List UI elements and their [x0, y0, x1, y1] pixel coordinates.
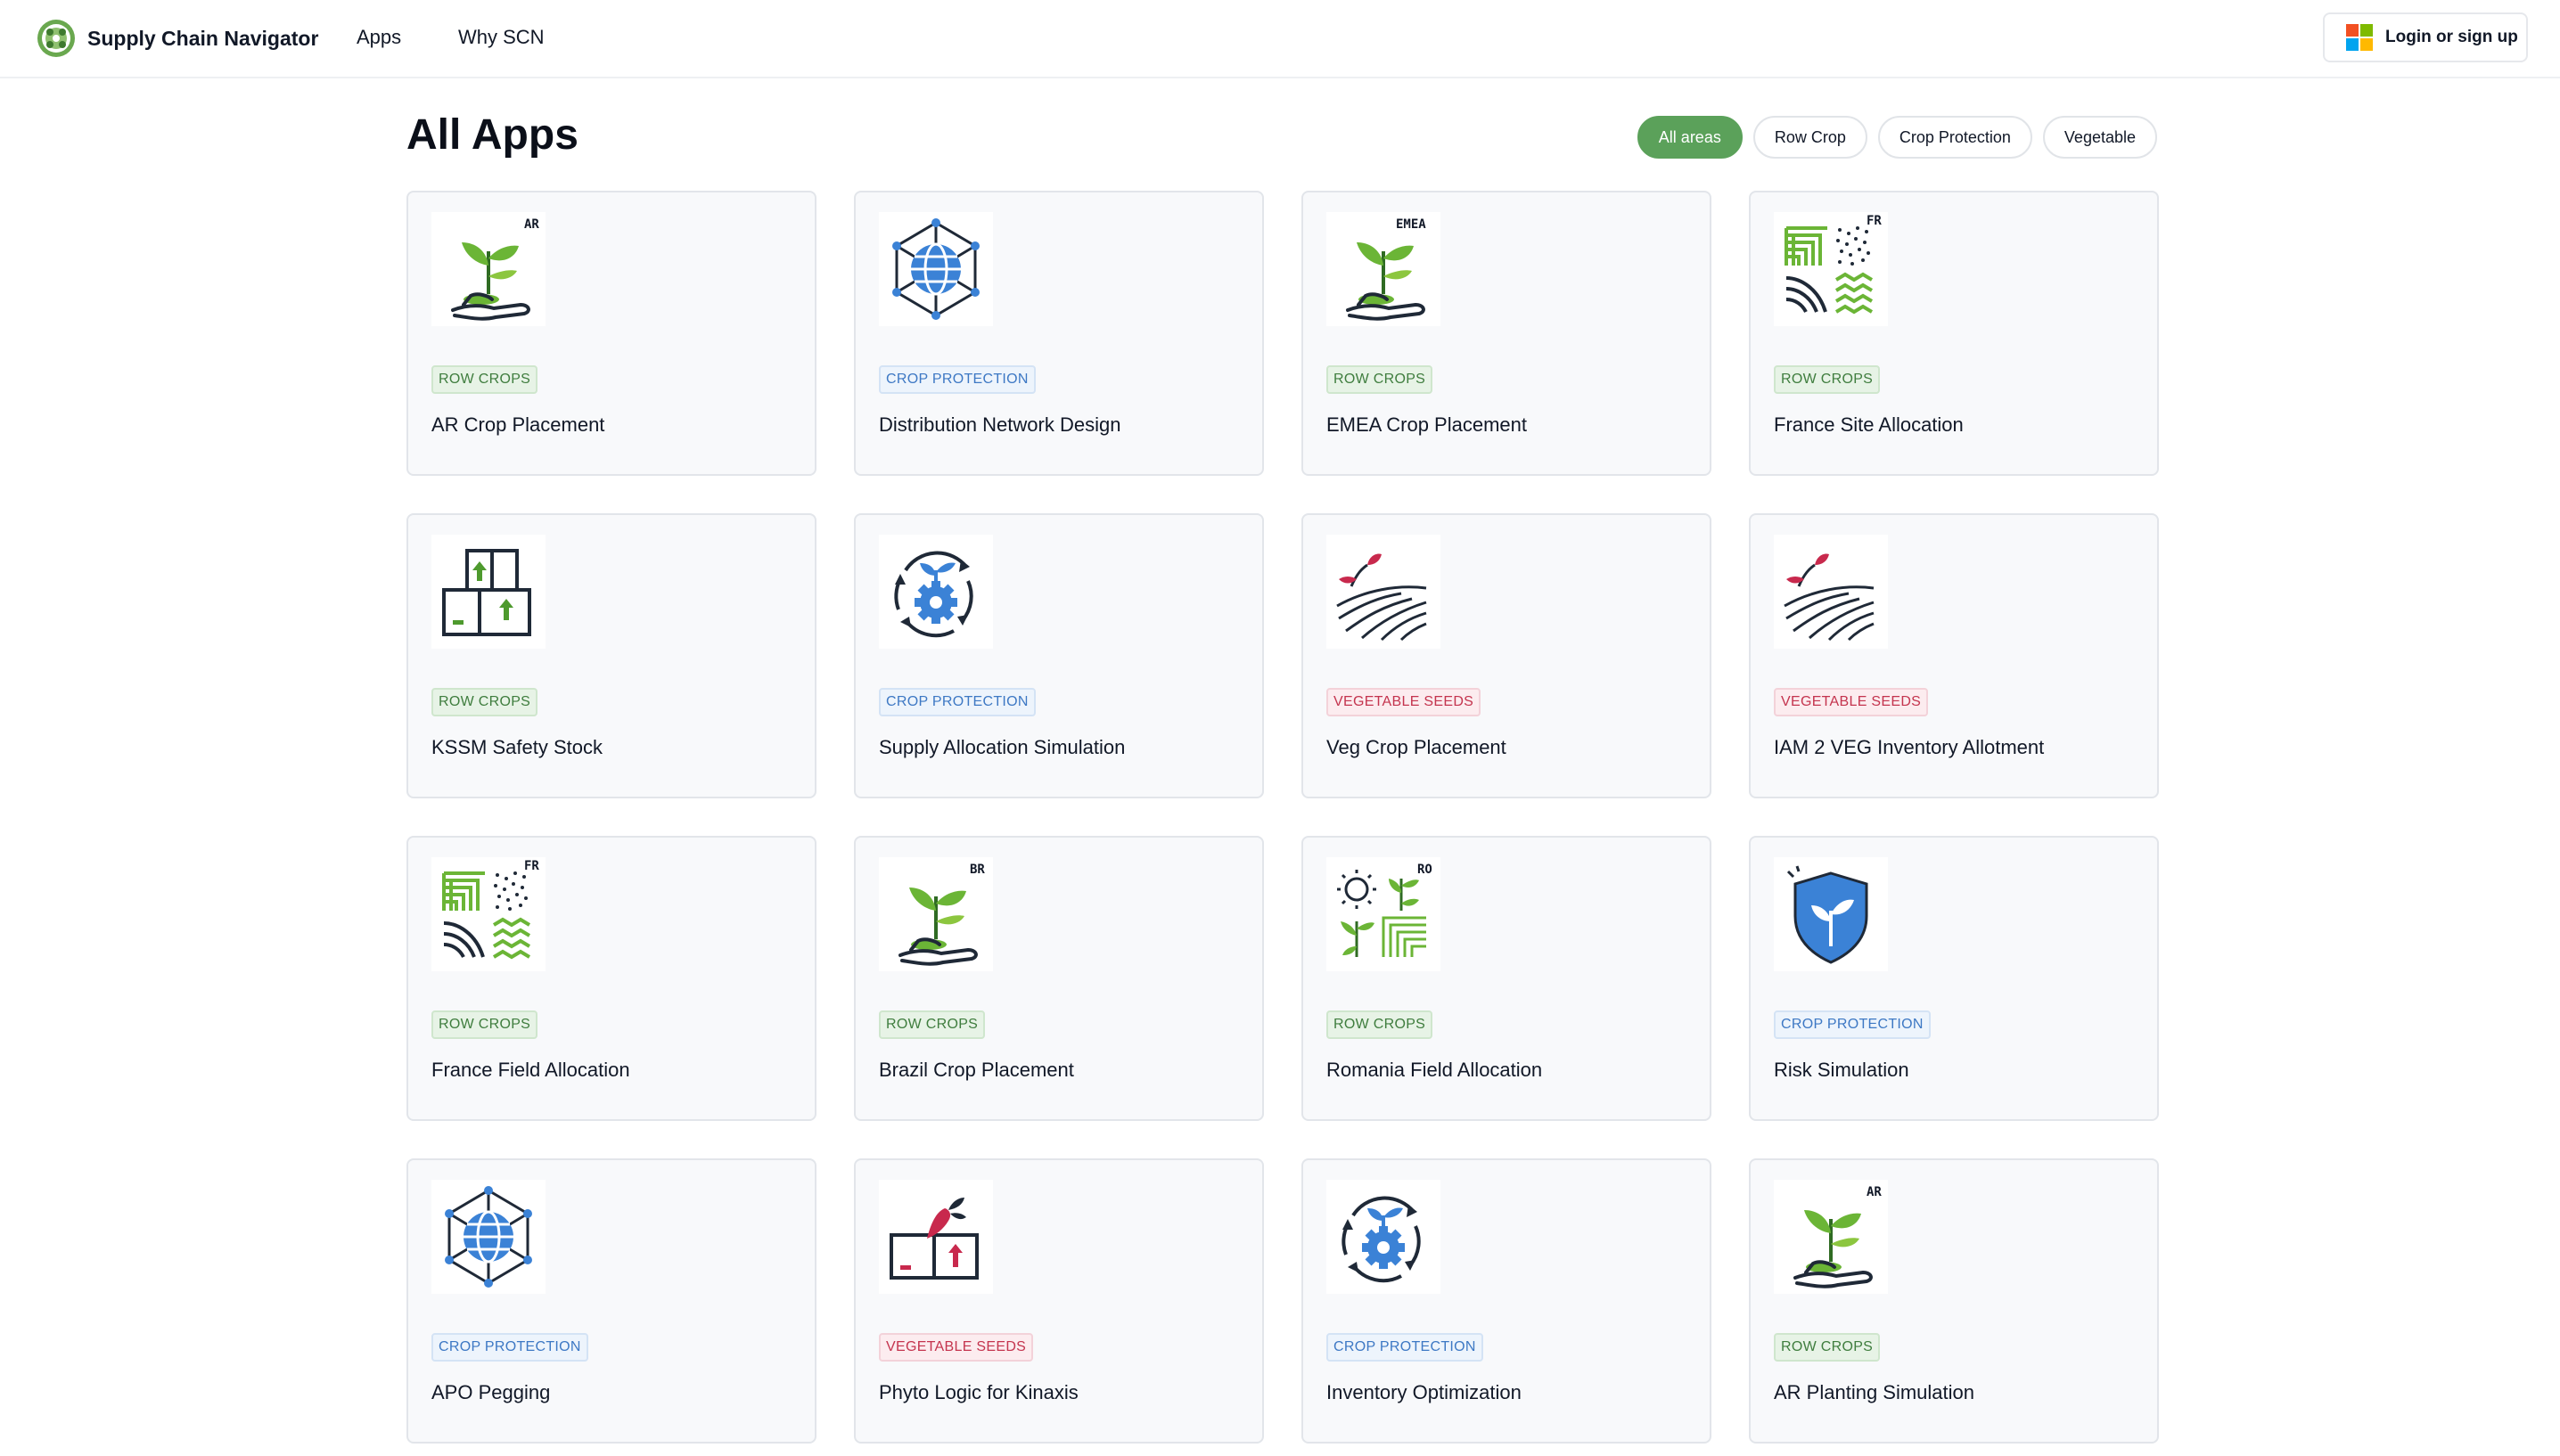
app-card[interactable]: VEGETABLE SEEDS Veg Crop Placement [1301, 513, 1711, 798]
hand-plant-icon: AR [1774, 1180, 1888, 1294]
app-card[interactable]: AR ROW CROPS AR Crop Placement [406, 191, 816, 476]
app-card[interactable]: VEGETABLE SEEDS Phyto Logic for Kinaxis [854, 1158, 1264, 1444]
globe-network-icon [431, 1180, 546, 1294]
app-tag: ROW CROPS [1326, 1010, 1433, 1039]
app-card[interactable]: CROP PROTECTION Inventory Optimization [1301, 1158, 1711, 1444]
app-tag: ROW CROPS [431, 1010, 538, 1039]
top-navigation-bar: Supply Chain Navigator Apps Why SCN Logi… [0, 0, 2560, 78]
app-tag: VEGETABLE SEEDS [1774, 688, 1929, 716]
app-title: Risk Simulation [1774, 1059, 1909, 1081]
app-title: Phyto Logic for Kinaxis [879, 1381, 1079, 1403]
cycle-gear-plant-icon [879, 535, 993, 649]
app-title: Distribution Network Design [879, 413, 1121, 436]
nav-apps-link[interactable]: Apps [357, 26, 401, 49]
hand-plant-icon: EMEA [1326, 212, 1440, 326]
app-card[interactable]: CROP PROTECTION Distribution Network Des… [854, 191, 1264, 476]
globe-network-icon [879, 212, 993, 326]
icon-region-label: AR [524, 217, 539, 232]
app-card[interactable]: CROP PROTECTION Supply Allocation Simula… [854, 513, 1264, 798]
sprout-furrows-icon [1326, 535, 1440, 649]
app-tag: ROW CROPS [1774, 365, 1881, 394]
app-title: IAM 2 VEG Inventory Allotment [1774, 736, 2045, 758]
cycle-gear-plant-icon [1326, 1180, 1440, 1294]
brand-logo-icon [37, 20, 75, 57]
login-button[interactable]: Login or sign up [2323, 12, 2528, 62]
apps-grid: AR ROW CROPS AR Crop Placement CROP PROT… [406, 191, 2159, 1444]
icon-region-label: RO [1417, 863, 1432, 877]
app-card[interactable]: FR ROW CROPS France Field Allocation [406, 836, 816, 1121]
app-card[interactable]: RO ROW CROPS Romania Field Allocation [1301, 836, 1711, 1121]
app-title: AR Crop Placement [431, 413, 605, 436]
field-pattern-icon: FR [1774, 212, 1888, 326]
app-title: France Site Allocation [1774, 413, 1964, 436]
app-tag: CROP PROTECTION [879, 688, 1036, 716]
app-card[interactable]: AR ROW CROPS AR Planting Simulation [1749, 1158, 2159, 1444]
app-card[interactable]: CROP PROTECTION APO Pegging [406, 1158, 816, 1444]
icon-region-label: FR [524, 859, 539, 873]
icon-region-label: BR [970, 863, 985, 877]
app-tag: CROP PROTECTION [879, 365, 1036, 394]
app-tag: CROP PROTECTION [431, 1333, 588, 1362]
app-card[interactable]: EMEA ROW CROPS EMEA Crop Placement [1301, 191, 1711, 476]
app-title: KSSM Safety Stock [431, 736, 603, 758]
app-card[interactable]: ROW CROPS KSSM Safety Stock [406, 513, 816, 798]
icon-region-label: AR [1867, 1185, 1882, 1199]
sprout-furrows-icon [1774, 535, 1888, 649]
app-tag: CROP PROTECTION [1326, 1333, 1483, 1362]
area-filter-group: All areas Row Crop Crop Protection Veget… [1637, 116, 2157, 159]
filter-crop-protection[interactable]: Crop Protection [1877, 116, 2032, 159]
app-card[interactable]: BR ROW CROPS Brazil Crop Placement [854, 836, 1264, 1121]
nav-why-scn-link[interactable]: Why SCN [458, 26, 545, 49]
filter-row-crop[interactable]: Row Crop [1752, 116, 1867, 159]
login-label: Login or sign up [2385, 28, 2518, 46]
app-title: Brazil Crop Placement [879, 1059, 1074, 1081]
app-tag: ROW CROPS [431, 688, 538, 716]
app-tag: ROW CROPS [1326, 365, 1433, 394]
app-tag: ROW CROPS [1774, 1333, 1881, 1362]
app-title: France Field Allocation [431, 1059, 630, 1081]
brand-name: Supply Chain Navigator [87, 26, 319, 50]
app-title: Inventory Optimization [1326, 1381, 1522, 1403]
app-tag: VEGETABLE SEEDS [879, 1333, 1034, 1362]
app-title: EMEA Crop Placement [1326, 413, 1527, 436]
app-title: Veg Crop Placement [1326, 736, 1506, 758]
hand-plant-icon: BR [879, 857, 993, 971]
icon-region-label: FR [1867, 214, 1882, 228]
stock-boxes-icon [431, 535, 546, 649]
app-title: APO Pegging [431, 1381, 551, 1403]
hand-plant-icon: AR [431, 212, 546, 326]
app-title: AR Planting Simulation [1774, 1381, 1975, 1403]
app-card[interactable]: VEGETABLE SEEDS IAM 2 VEG Inventory Allo… [1749, 513, 2159, 798]
app-title: Supply Allocation Simulation [879, 736, 1126, 758]
app-title: Romania Field Allocation [1326, 1059, 1543, 1081]
app-card[interactable]: CROP PROTECTION Risk Simulation [1749, 836, 2159, 1121]
veg-box-icon [879, 1180, 993, 1294]
filter-vegetable[interactable]: Vegetable [2042, 116, 2157, 159]
app-tag: VEGETABLE SEEDS [1326, 688, 1481, 716]
brand-link[interactable]: Supply Chain Navigator [36, 18, 318, 59]
icon-region-label: EMEA [1396, 217, 1426, 232]
field-pattern-icon: FR [431, 857, 546, 971]
app-tag: CROP PROTECTION [1774, 1010, 1931, 1039]
app-tag: ROW CROPS [879, 1010, 986, 1039]
microsoft-logo-icon [2346, 24, 2373, 51]
app-card[interactable]: FR ROW CROPS France Site Allocation [1749, 191, 2159, 476]
page-title: All Apps [406, 111, 578, 159]
shield-plant-icon [1774, 857, 1888, 971]
app-tag: ROW CROPS [431, 365, 538, 394]
sun-field-icon: RO [1326, 857, 1440, 971]
filter-all-areas[interactable]: All areas [1637, 116, 1743, 159]
